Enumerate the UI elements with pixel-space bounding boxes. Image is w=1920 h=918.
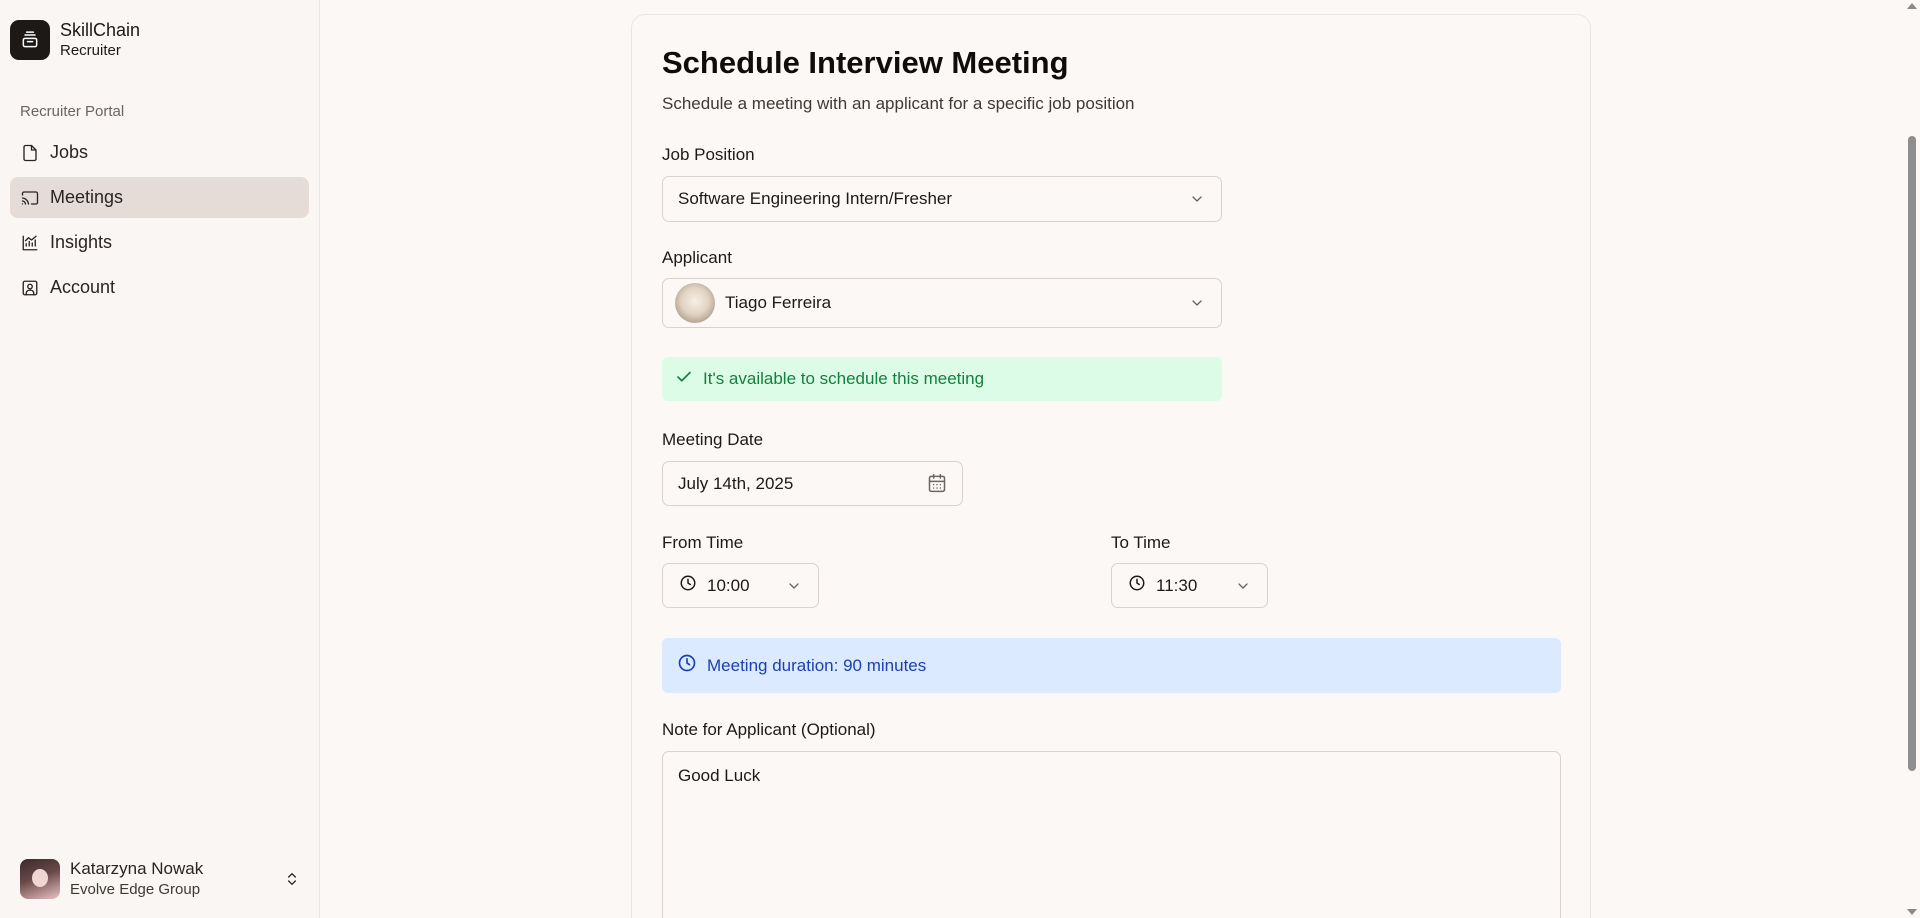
user-menu[interactable]: Katarzyna Nowak Evolve Edge Group xyxy=(20,857,300,901)
user-org: Evolve Edge Group xyxy=(70,881,201,898)
section-label: Recruiter Portal xyxy=(20,103,125,120)
to-time-select[interactable]: 11:30 xyxy=(1111,563,1268,608)
sidebar-item-jobs[interactable]: Jobs xyxy=(10,132,309,173)
scroll-up-arrow-icon[interactable] xyxy=(1907,3,1917,9)
from-time-value: 10:00 xyxy=(707,575,750,595)
cast-icon xyxy=(20,188,40,208)
scroll-thumb[interactable] xyxy=(1908,136,1916,771)
app-name: SkillChain xyxy=(60,20,141,40)
page-subtitle: Schedule a meeting with an applicant for… xyxy=(662,94,1135,113)
contact-icon xyxy=(20,278,40,298)
clock-icon xyxy=(1128,574,1146,597)
job-position-select[interactable]: Software Engineering Intern/Fresher xyxy=(662,176,1222,222)
applicant-label: Applicant xyxy=(662,248,732,267)
schedule-meeting-card: Schedule Interview Meeting Schedule a me… xyxy=(631,14,1591,918)
from-time-select[interactable]: 10:00 xyxy=(662,563,819,608)
note-label: Note for Applicant (Optional) xyxy=(662,720,876,739)
sidebar-item-label: Insights xyxy=(50,232,113,252)
sidebar-item-label: Account xyxy=(50,277,116,297)
job-position-label: Job Position xyxy=(662,145,755,164)
chevron-down-icon xyxy=(786,578,802,599)
job-position-value: Software Engineering Intern/Fresher xyxy=(678,189,953,208)
chevron-down-icon xyxy=(1235,578,1251,599)
meeting-date-picker[interactable]: July 14th, 2025 xyxy=(662,461,963,506)
sidebar-item-label: Jobs xyxy=(50,142,89,162)
clock-icon xyxy=(677,653,697,678)
app-role: Recruiter xyxy=(60,42,121,59)
to-time-label: To Time xyxy=(1111,533,1171,552)
chevrons-up-down-icon xyxy=(284,869,300,894)
chevron-down-icon xyxy=(1189,191,1205,212)
applicant-select[interactable]: Tiago Ferreira xyxy=(662,278,1222,328)
meeting-date-label: Meeting Date xyxy=(662,430,764,449)
sidebar-item-meetings[interactable]: Meetings xyxy=(10,177,309,218)
duration-alert: Meeting duration: 90 minutes xyxy=(662,638,1561,693)
duration-message: Meeting duration: 90 minutes xyxy=(707,655,927,675)
check-icon xyxy=(675,368,693,391)
sidebar-item-label: Meetings xyxy=(50,187,124,207)
file-icon xyxy=(20,143,40,163)
page-scrollbar[interactable] xyxy=(1904,0,1920,918)
chevron-down-icon xyxy=(1189,295,1205,316)
brand[interactable]: SkillChain Recruiter xyxy=(10,19,140,61)
avatar xyxy=(20,859,60,899)
meeting-date-value: July 14th, 2025 xyxy=(678,473,794,493)
to-time-value: 11:30 xyxy=(1156,575,1198,595)
sidebar: SkillChain Recruiter Recruiter Portal Jo… xyxy=(0,0,320,918)
scroll-down-arrow-icon[interactable] xyxy=(1907,909,1917,915)
sidebar-nav: Jobs Meetings Insights Account xyxy=(10,132,309,312)
user-name: Katarzyna Nowak xyxy=(70,859,204,878)
avatar xyxy=(675,283,715,323)
note-textarea[interactable]: Good Luck xyxy=(662,751,1561,918)
availability-message: It's available to schedule this meeting xyxy=(703,369,985,388)
clock-icon xyxy=(679,574,697,597)
sidebar-item-insights[interactable]: Insights xyxy=(10,222,309,263)
availability-alert: It's available to schedule this meeting xyxy=(662,357,1222,401)
sidebar-item-account[interactable]: Account xyxy=(10,267,309,308)
from-time-label: From Time xyxy=(662,533,744,552)
skillchain-logo-icon xyxy=(10,20,50,60)
calendar-icon xyxy=(927,473,947,498)
applicant-value: Tiago Ferreira xyxy=(725,293,832,312)
page-title: Schedule Interview Meeting xyxy=(662,45,1069,80)
chart-icon xyxy=(20,233,40,253)
